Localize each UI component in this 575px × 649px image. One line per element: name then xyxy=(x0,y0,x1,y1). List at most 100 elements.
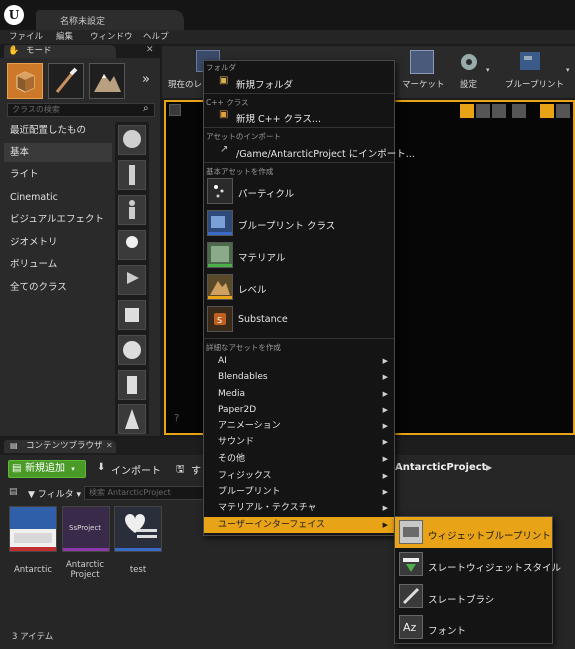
submenu-paper2d[interactable]: Paper2D ▶ xyxy=(218,402,394,418)
current-level-label[interactable]: 現在のレ xyxy=(168,78,202,90)
submenu-arrow-icon: ▶ xyxy=(382,406,388,414)
category-lights[interactable]: ライト xyxy=(4,165,112,184)
asset-thumbnail-antarctic[interactable] xyxy=(9,506,57,552)
filter-button[interactable]: ▼ フィルタ ▾ xyxy=(28,487,81,500)
submenu-user-interface[interactable]: ユーザーインターフェイス ▶ xyxy=(204,517,394,533)
save-icon[interactable]: 🖫 xyxy=(176,462,185,479)
submenu-blueprint[interactable]: ブループリント ▶ xyxy=(218,484,394,500)
cylinder-thumb-icon[interactable] xyxy=(118,370,146,400)
more-modes-icon[interactable]: » xyxy=(142,72,150,87)
sources-toggle-icon[interactable]: ▤ xyxy=(9,487,18,497)
asset-search-input[interactable]: 検索 AntarcticProject xyxy=(84,486,204,500)
category-basic[interactable]: 基本 xyxy=(4,143,112,162)
menu-file[interactable]: ファイル xyxy=(9,30,43,44)
category-volumes[interactable]: ボリューム xyxy=(4,255,112,274)
menu-window[interactable]: ウィンドウ xyxy=(90,30,133,44)
import-button[interactable]: インポート xyxy=(111,462,161,477)
submenu-sound[interactable]: サウンド ▶ xyxy=(218,434,394,450)
asset-label-antarctic[interactable]: Antarctic xyxy=(3,565,63,575)
slate-brush-label: スレートブラシ xyxy=(428,595,495,606)
asset-label-antarctic-project[interactable]: Antarctic Project xyxy=(55,560,115,580)
player-start-thumb-icon[interactable] xyxy=(118,265,146,295)
settings-gear-icon[interactable] xyxy=(458,50,480,74)
paint-mode-button[interactable] xyxy=(48,63,84,99)
category-recent[interactable]: 最近配置したもの xyxy=(4,121,112,140)
place-mode-button[interactable] xyxy=(7,63,43,99)
asset-search-placeholder: 検索 AntarcticProject xyxy=(89,488,171,497)
menu-help[interactable]: ヘルプ xyxy=(143,30,169,44)
search-icon[interactable]: ⌕ xyxy=(143,103,149,114)
marketplace-icon[interactable] xyxy=(410,50,434,74)
submenu-misc-label: その他 xyxy=(218,454,246,464)
material-item[interactable]: マテリアル xyxy=(238,250,285,264)
light-thumb-icon[interactable] xyxy=(118,230,146,260)
snap-rotation-icon[interactable] xyxy=(556,104,570,118)
menu-separator xyxy=(204,127,394,128)
rotate-tool-icon[interactable] xyxy=(476,104,490,118)
world-local-icon[interactable] xyxy=(512,104,526,118)
cube-thumb-icon[interactable] xyxy=(118,300,146,330)
asset-thumbnail-ssproject[interactable]: SsProject xyxy=(62,506,110,552)
blueprint-dropdown-icon[interactable]: ▾ xyxy=(566,66,570,74)
asset-label-test[interactable]: test xyxy=(108,565,168,575)
submenu-media-label: Media xyxy=(218,389,246,399)
import-to-path-item[interactable]: /Game/AntarcticProject にインポート... xyxy=(236,146,415,160)
settings-label[interactable]: 設定 xyxy=(460,78,477,90)
menu-edit[interactable]: 編集 xyxy=(56,30,73,44)
close-icon[interactable]: ✕ xyxy=(146,45,154,55)
particle-item[interactable]: パーティクル xyxy=(238,186,294,200)
class-search-input[interactable]: クラスの検索 xyxy=(7,103,155,117)
path-breadcrumb[interactable]: AntarcticProject xyxy=(395,462,486,473)
pawn-thumb-icon[interactable] xyxy=(118,160,146,190)
settings-dropdown-icon[interactable]: ▾ xyxy=(486,66,490,74)
submenu-animation[interactable]: アニメーション ▶ xyxy=(218,418,394,434)
translate-tool-icon[interactable] xyxy=(460,104,474,118)
submenu-ai[interactable]: AI ▶ xyxy=(218,353,394,369)
submenu-arrow-icon: ▶ xyxy=(382,455,388,463)
submenu-misc[interactable]: その他 ▶ xyxy=(218,451,394,467)
submenu-media[interactable]: Media ▶ xyxy=(218,386,394,402)
marketplace-label[interactable]: マーケット xyxy=(402,78,445,90)
tab-close-icon[interactable]: ✕ xyxy=(106,441,113,450)
document-tab[interactable]: 名称未設定 xyxy=(36,10,184,30)
scale-tool-icon[interactable] xyxy=(492,104,506,118)
help-icon[interactable]: ? xyxy=(174,413,179,424)
viewport-options-icon[interactable] xyxy=(169,104,181,116)
save-all-button[interactable]: す xyxy=(191,462,201,477)
landscape-mode-button[interactable] xyxy=(89,63,125,99)
category-geometry[interactable]: ジオメトリ xyxy=(4,233,112,252)
modes-tab[interactable]: モード xyxy=(4,45,116,58)
cone-thumb-icon[interactable] xyxy=(118,404,146,434)
blueprint-label[interactable]: ブループリント xyxy=(505,78,564,90)
substance-item[interactable]: Substance xyxy=(238,314,288,325)
content-browser-tab[interactable]: コンテンツブラウザ xyxy=(4,440,116,453)
submenu-arrow-icon: ▶ xyxy=(382,488,388,496)
slate-widget-style-icon xyxy=(399,552,423,576)
folder-icon: ▤ xyxy=(10,441,18,450)
category-cinematic[interactable]: Cinematic xyxy=(4,188,112,207)
level-item[interactable]: レベル xyxy=(238,282,267,296)
category-all-classes[interactable]: 全てのクラス xyxy=(4,278,112,297)
new-cpp-icon: ▣ xyxy=(219,109,229,120)
submenu-physics-label: フィジックス xyxy=(218,471,272,481)
character-thumb-icon[interactable] xyxy=(118,195,146,225)
sphere-thumb-icon[interactable] xyxy=(118,335,146,365)
category-visual-effects[interactable]: ビジュアルエフェクト xyxy=(4,210,112,229)
blueprint-class-item[interactable]: ブループリント クラス xyxy=(238,218,335,232)
blueprint-icon[interactable] xyxy=(518,50,544,74)
path-arrow-icon[interactable]: ▶ xyxy=(486,463,492,472)
submenu-blendables[interactable]: Blendables ▶ xyxy=(218,369,394,385)
add-new-dropdown-icon: ▾ xyxy=(71,465,75,473)
asset-type-strip xyxy=(63,548,109,551)
new-cpp-class-item[interactable]: 新規 C++ クラス... xyxy=(236,111,321,125)
unreal-logo-icon[interactable]: U xyxy=(4,5,24,25)
asset-thumbnail-test[interactable] xyxy=(114,506,162,552)
new-folder-item[interactable]: 新規フォルダ xyxy=(236,77,293,91)
submenu-blendables-label: Blendables xyxy=(218,372,268,382)
submenu-materials-textures[interactable]: マテリアル・テクスチャ ▶ xyxy=(218,500,394,516)
import-icon[interactable]: ⬇ xyxy=(97,462,105,473)
substance-icon: S xyxy=(207,306,233,332)
submenu-physics[interactable]: フィジックス ▶ xyxy=(218,468,394,484)
snap-grid-icon[interactable] xyxy=(540,104,554,118)
actor-thumb-icon[interactable] xyxy=(118,125,146,155)
